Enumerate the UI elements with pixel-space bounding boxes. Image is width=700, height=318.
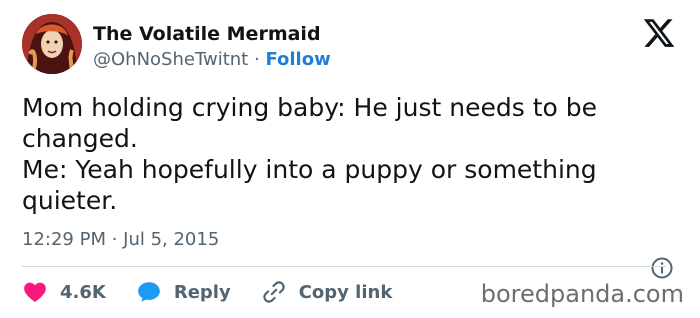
tweet-actions: 4.6K Reply Copy link: [22, 278, 422, 306]
link-icon: [263, 281, 285, 303]
tweet-line: Mom holding crying baby: He just needs t…: [22, 93, 597, 122]
follow-button[interactable]: Follow: [265, 49, 330, 70]
avatar[interactable]: [22, 14, 82, 74]
tweet-line: quieter.: [22, 186, 118, 215]
divider: [22, 266, 666, 267]
author-display-name[interactable]: The Volatile Mermaid: [93, 22, 321, 46]
reply-label: Reply: [173, 281, 231, 303]
separator-dot: ·: [253, 49, 260, 70]
copy-link-button[interactable]: Copy link: [261, 279, 393, 305]
author-handle[interactable]: @OhNoSheTwitnt: [93, 49, 248, 70]
info-icon[interactable]: [650, 256, 674, 280]
tweet-timestamp[interactable]: 12:29 PM · Jul 5, 2015: [22, 228, 219, 252]
heart-icon: [24, 282, 46, 302]
reply-button[interactable]: Reply: [136, 279, 231, 305]
tweet-line: changed.: [22, 124, 138, 153]
tweet-line: Me: Yeah hopefully into a puppy or somet…: [22, 155, 597, 184]
watermark: boredpanda.com: [480, 280, 684, 308]
tweet-text: Mom holding crying baby: He just needs t…: [22, 92, 672, 216]
like-count: 4.6K: [60, 281, 106, 303]
like-button[interactable]: 4.6K: [22, 279, 106, 305]
x-logo-icon[interactable]: [642, 16, 676, 50]
speech-bubble-icon: [138, 282, 160, 302]
author-handle-row: @OhNoSheTwitnt · Follow: [93, 48, 331, 72]
copy-link-label: Copy link: [298, 281, 393, 303]
avatar-image: [22, 14, 82, 74]
